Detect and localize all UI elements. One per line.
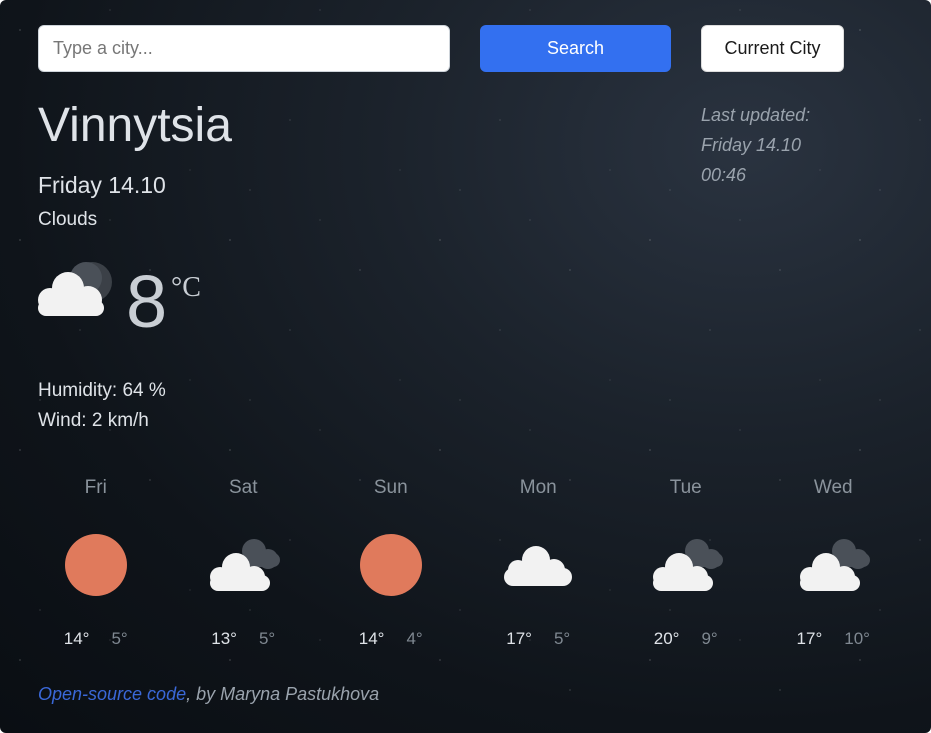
cloud-icon bbox=[465, 527, 613, 602]
forecast-max: 13° bbox=[211, 629, 237, 648]
forecast-min: 5° bbox=[553, 629, 571, 648]
wind-speed: Wind: 2 km/h bbox=[38, 410, 149, 431]
broken-clouds-icon bbox=[612, 527, 760, 602]
last-updated: Last updated: Friday 14.10 00:46 bbox=[701, 100, 901, 190]
forecast-day-name: Mon bbox=[519, 477, 557, 498]
broken-clouds-icon bbox=[170, 527, 318, 602]
sun-icon bbox=[317, 527, 465, 602]
weather-description: Clouds bbox=[38, 209, 98, 230]
forecast-max: 17° bbox=[796, 629, 823, 648]
forecast-day: Wed 17° 10° bbox=[760, 477, 908, 657]
last-updated-label: Last updated: bbox=[701, 105, 811, 125]
forecast-day-name: Tue bbox=[669, 477, 702, 498]
forecast-max: 20° bbox=[653, 629, 680, 648]
forecast-day-name: Wed bbox=[813, 477, 853, 498]
forecast-max: 14° bbox=[63, 629, 90, 648]
forecast-day: Tue 20° 9° bbox=[612, 477, 760, 657]
weather-app: Search Current City Vinnytsia Friday 14.… bbox=[0, 0, 931, 733]
forecast-day: Sat 13° 5° bbox=[170, 477, 318, 657]
current-city-button[interactable]: Current City bbox=[701, 25, 844, 72]
forecast-max: 14° bbox=[358, 629, 385, 648]
forecast-min: 5° bbox=[258, 629, 276, 648]
forecast-day: Fri 14° 5° bbox=[22, 477, 170, 657]
temperature-unit: °C bbox=[171, 272, 201, 303]
footer: Open-source code, by Maryna Pastukhova bbox=[38, 684, 379, 705]
forecast-day-name: Fri bbox=[84, 477, 107, 498]
forecast-day: Sun 14° 4° bbox=[317, 477, 465, 657]
city-name: Vinnytsia bbox=[38, 99, 232, 152]
broken-clouds-icon bbox=[760, 527, 908, 602]
current-temperature: 8 bbox=[126, 260, 168, 343]
forecast-min: 9° bbox=[701, 629, 718, 648]
forecast: Fri 14° 5° Sat 13° 5° Sun 14° 4° Mon 17°… bbox=[22, 477, 907, 657]
cloud-moon-icon bbox=[30, 258, 120, 326]
forecast-max: 17° bbox=[506, 629, 532, 648]
author-credit: , by Maryna Pastukhova bbox=[186, 684, 380, 704]
forecast-min: 5° bbox=[111, 629, 128, 648]
search-button[interactable]: Search bbox=[480, 25, 671, 72]
forecast-day: Mon 17° 5° bbox=[465, 477, 613, 657]
last-updated-time: 00:46 bbox=[701, 165, 747, 185]
humidity: Humidity: 64 % bbox=[38, 380, 166, 401]
source-code-link[interactable]: Open-source code bbox=[38, 684, 186, 704]
current-date: Friday 14.10 bbox=[38, 172, 166, 198]
forecast-day-name: Sun bbox=[373, 477, 408, 498]
city-search-input[interactable] bbox=[38, 25, 450, 72]
forecast-min: 10° bbox=[844, 629, 870, 648]
last-updated-date: Friday 14.10 bbox=[701, 135, 802, 155]
forecast-day-name: Sat bbox=[228, 477, 258, 498]
forecast-min: 4° bbox=[406, 629, 423, 648]
sun-icon bbox=[22, 527, 170, 602]
